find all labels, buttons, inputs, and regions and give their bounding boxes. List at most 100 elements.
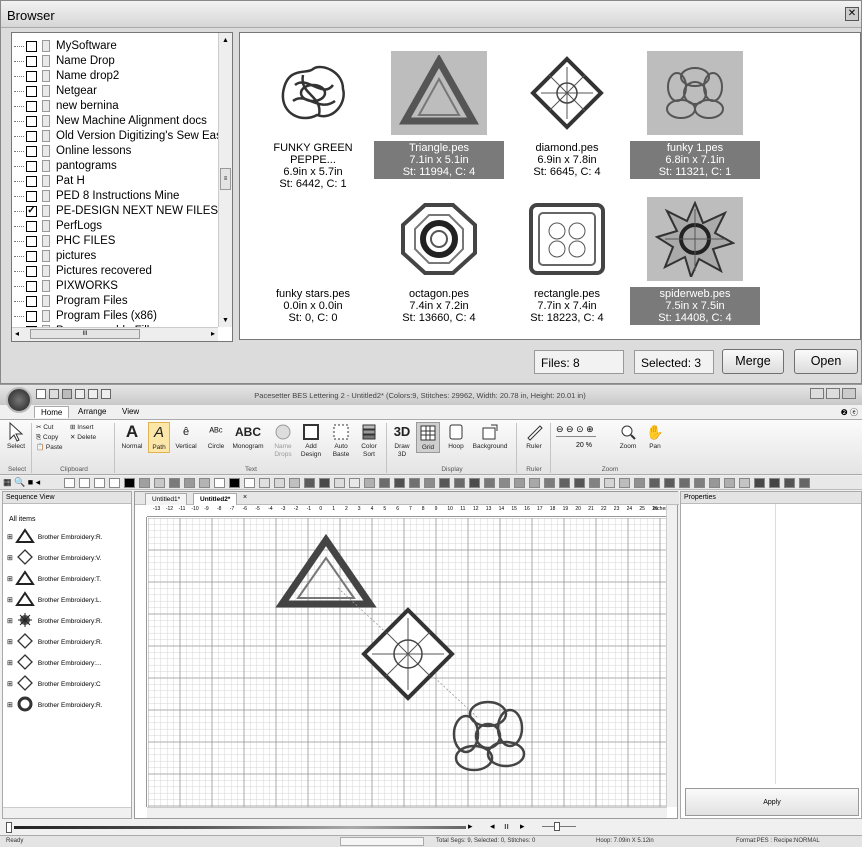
tab-arrange[interactable]: Arrange [72, 406, 112, 417]
ruler-button[interactable]: Ruler [522, 422, 546, 451]
sequence-item[interactable]: ⊞ Brother Embroidery:R. [7, 612, 103, 630]
monogram-button[interactable]: ABC Monogram [230, 422, 266, 451]
sequence-item[interactable]: ⊞ Brother Embroidery:R. [7, 696, 103, 714]
merge-button[interactable]: Merge [722, 349, 784, 374]
color-swatch[interactable] [799, 478, 810, 488]
color-swatch[interactable] [244, 478, 255, 488]
color-swatch[interactable] [679, 478, 690, 488]
color-swatch[interactable] [304, 478, 315, 488]
sequence-item[interactable]: ⊞ Brother Embroidery:R. [7, 633, 103, 651]
expand-icon[interactable]: ⊞ [7, 638, 13, 646]
color-swatch[interactable] [589, 478, 600, 488]
color-swatch[interactable] [319, 478, 330, 488]
folder-item[interactable]: New Machine Alignment docs [14, 113, 207, 129]
folder-item[interactable]: Pictures recovered [14, 263, 152, 279]
folder-checkbox[interactable] [26, 220, 37, 232]
folder-item[interactable]: ✓ PE-DESIGN NEXT NEW FILES [14, 203, 218, 219]
color-swatch[interactable] [214, 478, 225, 488]
folder-checkbox[interactable] [26, 280, 37, 292]
folder-checkbox[interactable] [26, 235, 37, 247]
folder-item[interactable]: Name drop2 [14, 68, 119, 84]
sequence-item[interactable]: ⊞ Brother Embroidery:R. [7, 528, 103, 546]
color-swatch[interactable] [349, 478, 360, 488]
color-swatch[interactable] [664, 478, 675, 488]
folder-item[interactable]: new bernina [14, 98, 119, 114]
copy-button[interactable]: ⎘ Copy [36, 434, 58, 442]
close-icon[interactable]: ✕ [845, 7, 859, 21]
name-drops-button[interactable]: Name Drops [270, 422, 296, 459]
folder-item[interactable]: PED 8 Instructions Mine [14, 188, 179, 204]
color-swatch[interactable] [634, 478, 645, 488]
color-swatch[interactable] [364, 478, 375, 488]
color-swatch[interactable] [94, 478, 105, 488]
color-swatch[interactable] [139, 478, 150, 488]
expand-icon[interactable]: ⊞ [7, 659, 13, 667]
color-swatch[interactable] [439, 478, 450, 488]
color-swatch[interactable] [394, 478, 405, 488]
folder-checkbox[interactable] [26, 100, 37, 112]
timeline-start-handle[interactable] [6, 822, 12, 833]
maximize-icon[interactable] [826, 388, 840, 399]
folder-checkbox[interactable] [26, 130, 37, 142]
expand-icon[interactable]: ⊞ [7, 680, 13, 688]
design-thumbnail[interactable]: diamond.pes 6.9in x 7.8in St: 6645, C: 4 [502, 51, 632, 179]
folder-checkbox[interactable] [26, 265, 37, 277]
folder-item[interactable]: Program Files (x86) [14, 308, 157, 324]
color-swatch[interactable] [199, 478, 210, 488]
pause-icon[interactable]: ıı [504, 821, 509, 831]
folder-item[interactable]: PerfLogs [14, 218, 102, 234]
color-swatch[interactable] [604, 478, 615, 488]
color-swatch[interactable] [469, 478, 480, 488]
select-button[interactable]: Select [4, 422, 28, 451]
design-thumbnail[interactable]: Triangle.pes 7.1in x 5.1in St: 11994, C: 4 [374, 51, 504, 179]
sequence-item[interactable]: ⊞ Brother Embroidery:C [7, 675, 101, 693]
help-icon[interactable]: ❷ ⓔ [841, 407, 858, 418]
folder-item[interactable]: Online lessons [14, 143, 131, 159]
canvas-hscrollbar[interactable] [147, 807, 667, 818]
folder-checkbox[interactable] [26, 55, 37, 67]
folder-checkbox[interactable] [26, 145, 37, 157]
tab-untitled2[interactable]: Untitled2* [193, 493, 238, 505]
color-swatch[interactable] [619, 478, 630, 488]
folder-checkbox[interactable] [26, 40, 37, 52]
draw-3d-button[interactable]: 3D Draw 3D [390, 422, 414, 459]
expand-icon[interactable]: ⊞ [7, 617, 13, 625]
pan-button[interactable]: ✋ Pan [644, 422, 666, 451]
circle-text-button[interactable]: ᴬᴮᶜ Circle [202, 422, 230, 451]
normal-text-button[interactable]: A Normal [118, 422, 146, 451]
design-grid[interactable] [148, 518, 666, 807]
color-swatch[interactable] [184, 478, 195, 488]
color-swatch[interactable] [754, 478, 765, 488]
folder-checkbox[interactable] [26, 175, 37, 187]
folder-item[interactable]: pantograms [14, 158, 117, 174]
color-swatch[interactable] [499, 478, 510, 488]
all-items-label[interactable]: All items [9, 516, 35, 523]
folder-checkbox[interactable] [26, 190, 37, 202]
color-swatch[interactable] [514, 478, 525, 488]
sequence-item[interactable]: ⊞ Brother Embroidery:T. [7, 570, 101, 588]
sequence-item[interactable]: ⊞ Brother Embroidery:L. [7, 591, 101, 609]
design-thumbnail[interactable]: spiderweb.pes 7.5in x 7.5in St: 14408, C: … [630, 197, 760, 325]
color-swatch[interactable] [409, 478, 420, 488]
close-window-icon[interactable] [842, 388, 856, 399]
color-swatch[interactable] [574, 478, 585, 488]
color-swatch[interactable] [784, 478, 795, 488]
delete-button[interactable]: ✕ Delete [70, 434, 96, 442]
color-swatch[interactable] [64, 478, 75, 488]
apply-button[interactable]: Apply [685, 788, 859, 816]
folder-checkbox[interactable] [26, 295, 37, 307]
close-tab-icon[interactable]: × [243, 494, 247, 501]
color-swatch[interactable] [109, 478, 120, 488]
design-thumbnail[interactable]: rectangle.pes 7.7in x 7.4in St: 18223, C: … [502, 197, 632, 325]
color-swatch[interactable] [529, 478, 540, 488]
color-swatch[interactable] [649, 478, 660, 488]
design-canvas[interactable]: Untitled1* Untitled2* × -13 -12 -11 -10 -9 -8… [134, 491, 679, 819]
design-thumbnail[interactable]: funky 1.pes 6.8in x 7.1in St: 11321, C: 1 [630, 51, 760, 179]
color-swatch[interactable] [484, 478, 495, 488]
add-design-button[interactable]: Add Design [298, 422, 324, 459]
stitch-progress-bar[interactable] [14, 826, 466, 829]
folder-item[interactable]: Program Files [14, 293, 128, 309]
print-icon[interactable] [75, 389, 85, 399]
color-swatch[interactable] [559, 478, 570, 488]
open-button[interactable]: Open [794, 349, 858, 374]
